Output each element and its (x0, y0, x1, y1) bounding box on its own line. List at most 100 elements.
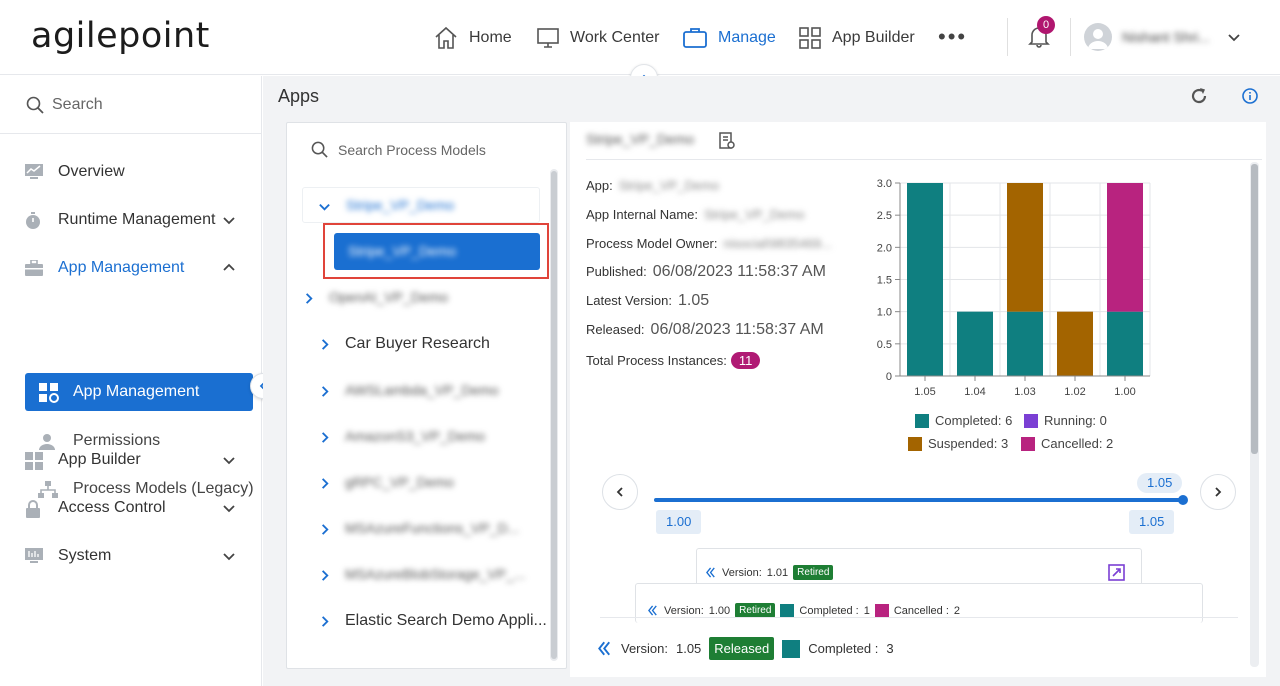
app-value: Stripe_VP_Demo (618, 178, 720, 193)
legend-label: Cancelled: 2 (1041, 436, 1114, 451)
tree-item-label: Stripe_VP_Demo (346, 197, 455, 213)
tree-item[interactable]: AmazonS3_VP_Demo (302, 419, 540, 455)
more-options-icon[interactable]: ••• (938, 26, 967, 48)
user-name[interactable]: Nishant Shri... (1122, 29, 1210, 45)
lock-icon (26, 500, 40, 518)
sidebar-item-label: System (58, 547, 112, 564)
chevron-right-icon (321, 478, 329, 489)
tree-scrollbar-thumb[interactable] (551, 171, 557, 659)
slider-max-label: 1.05 (1129, 510, 1175, 534)
x-tick-label: 1.05 (914, 386, 935, 398)
version-slider-track[interactable] (654, 498, 1184, 502)
version-slider-handle[interactable] (1178, 495, 1188, 505)
sidebar-item-label: App Management (73, 383, 200, 400)
legend-swatch (1024, 413, 1038, 428)
nav-home[interactable]: Home (433, 22, 512, 54)
sidebar-item-app-builder[interactable]: App Builder (0, 440, 262, 480)
chevron-down-icon (223, 457, 235, 465)
sidebar-subitem-app-management[interactable]: App Management (25, 373, 253, 411)
internal-name-label: App Internal Name: (586, 207, 699, 222)
home-icon (435, 26, 457, 49)
avatar[interactable] (1084, 23, 1112, 51)
tree-item[interactable]: MSAzureBlobStorage_VP_... (302, 557, 540, 593)
nav-app-builder[interactable]: App Builder (798, 22, 915, 54)
nav-manage[interactable]: Manage (682, 22, 776, 54)
sidebar-search-input[interactable]: Search (52, 96, 103, 114)
tree-item-expanded[interactable]: Stripe_VP_Demo (302, 187, 540, 223)
tree-item[interactable]: gRPC_VP_Demo (302, 465, 540, 501)
legend-label: Running: 0 (1044, 413, 1107, 428)
divider (600, 617, 1238, 618)
version-icon (648, 605, 657, 616)
cancelled-value: 2 (953, 604, 961, 617)
app-field: App: Stripe_VP_Demo (586, 178, 719, 193)
briefcase-icon (683, 28, 707, 48)
bar-segment-completed (1107, 311, 1143, 376)
tree-item[interactable]: AWSLambda_VP_Demo (302, 373, 540, 409)
completed-value: 1 (863, 604, 870, 617)
cancelled-label: Cancelled : (893, 604, 949, 617)
sidebar-item-label: App Builder (58, 451, 141, 468)
search-icon (26, 96, 44, 114)
info-icon[interactable] (1241, 87, 1259, 110)
nav-app-builder-label: App Builder (832, 29, 915, 46)
tree-item[interactable]: OpenAI_VP_Demo (286, 280, 524, 316)
y-tick-label: 0.5 (877, 339, 892, 351)
sidebar-item-label: App Management (58, 259, 185, 276)
status-badge: Retired (735, 603, 776, 618)
legend-completed[interactable]: Completed: 6 (915, 413, 1012, 428)
tree-item-label: MSAzureFunctions_VP_D... (345, 520, 520, 536)
x-tick-label: 1.03 (1014, 386, 1035, 398)
chevron-down-icon (319, 203, 330, 211)
sidebar-item-label: Runtime Management (58, 211, 216, 228)
sidebar-item-system[interactable]: System (0, 536, 262, 576)
latest-version-value: 1.05 (678, 292, 710, 309)
agilepoint-logo[interactable]: agilepoint (31, 16, 210, 56)
nav-home-label: Home (469, 29, 512, 46)
tree-item-selected[interactable]: Stripe_VP_Demo (334, 233, 540, 270)
grid-icon (799, 27, 821, 49)
tree-item[interactable]: Elastic Search Demo Appli... (302, 603, 547, 639)
latest-version-field: Latest Version: 1.05 (586, 292, 709, 310)
sidebar-item-runtime-management[interactable]: Runtime Management (0, 200, 262, 240)
sidebar-search[interactable]: Search (0, 76, 262, 134)
total-instances-badge: 11 (730, 352, 761, 369)
legend-cancelled[interactable]: Cancelled: 2 (1021, 436, 1113, 451)
process-model-search[interactable]: Search Process Models (287, 123, 566, 173)
tree-item-label: AmazonS3_VP_Demo (345, 428, 486, 444)
cancelled-swatch (874, 603, 889, 618)
chevron-right-icon (321, 570, 329, 581)
status-badge: Retired (793, 565, 834, 580)
chevron-up-icon (223, 263, 235, 271)
legend-swatch (908, 436, 922, 451)
legend-label: Suspended: 3 (928, 436, 1009, 451)
legend-suspended[interactable]: Suspended: 3 (908, 436, 1008, 451)
tree-item[interactable]: Car Buyer Research (302, 326, 540, 362)
details-header-title: Stripe_VP_Demo (586, 131, 695, 147)
tree-item[interactable]: MSAzureFunctions_VP_D... (302, 511, 540, 547)
y-tick-label: 1.5 (877, 275, 892, 287)
nav-work-center[interactable]: Work Center (536, 22, 660, 54)
chevron-right-icon (321, 616, 329, 627)
current-version-summary[interactable]: Version: 1.05 Released Completed : 3 (598, 637, 894, 660)
y-tick-label: 2.5 (877, 210, 892, 222)
divider (1007, 18, 1008, 56)
x-tick-label: 1.02 (1064, 386, 1085, 398)
tree-item-label: Elastic Search Demo Appli... (345, 612, 547, 629)
tree-item-label: MSAzureBlobStorage_VP_... (345, 566, 526, 582)
refresh-icon[interactable] (1189, 86, 1209, 111)
chevron-right-icon (321, 386, 329, 397)
sidebar-item-app-management[interactable]: App Management (0, 248, 262, 288)
previous-version-button[interactable] (602, 474, 638, 510)
sidebar-item-overview[interactable]: Overview (0, 152, 262, 192)
legend-running[interactable]: Running: 0 (1024, 413, 1107, 428)
document-settings-icon[interactable] (718, 132, 736, 155)
next-version-button[interactable] (1200, 474, 1236, 510)
details-scrollbar-thumb[interactable] (1251, 164, 1258, 454)
chevron-right-icon (321, 432, 329, 443)
chevron-down-icon[interactable] (1227, 30, 1241, 49)
search-process-models-input[interactable]: Search Process Models (338, 142, 486, 158)
sidebar-item-access-control[interactable]: Access Control (0, 488, 262, 528)
version-value: 1.00 (708, 604, 731, 617)
grid-icon (25, 452, 43, 470)
